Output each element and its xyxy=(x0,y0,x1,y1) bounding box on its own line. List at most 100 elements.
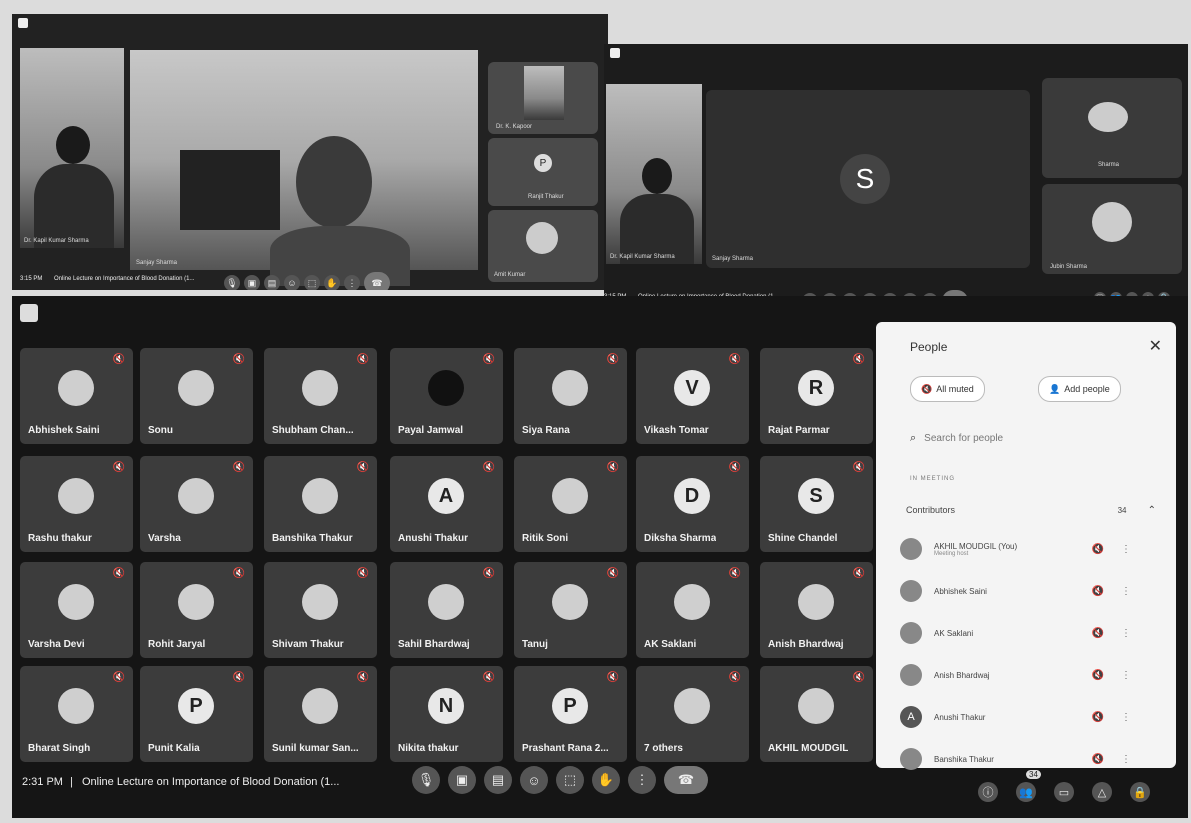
camera-off-icon[interactable]: ▣ xyxy=(448,766,476,794)
participant-tile[interactable]: P 🔇 Punit Kalia xyxy=(140,666,253,762)
chevron-up-icon[interactable]: ⌃ xyxy=(1148,505,1156,516)
more-options-icon[interactable]: ⋮ xyxy=(1112,670,1140,681)
close-icon[interactable]: ✕ xyxy=(1149,336,1162,356)
participant-tile[interactable]: S 🔇 Shine Chandel xyxy=(760,456,873,552)
emoji-icon[interactable]: ☺ xyxy=(284,275,300,290)
meeting-time: 2:31 PM xyxy=(22,776,63,788)
mic-off-icon[interactable]: 🔇 xyxy=(1084,586,1112,597)
photo-avatar xyxy=(58,478,94,514)
leave-call-icon[interactable]: ☎ xyxy=(664,766,708,794)
participant-tile[interactable]: 🔇 Shivam Thakur xyxy=(264,562,377,658)
raise-hand-icon[interactable]: ✋ xyxy=(592,766,620,794)
participant-tile[interactable]: 🔇 Tanuj xyxy=(514,562,627,658)
video-tile-side-1[interactable]: Sharma xyxy=(1042,78,1182,178)
participant-tile[interactable]: R 🔇 Rajat Parmar xyxy=(760,348,873,444)
participant-tile[interactable]: D 🔇 Diksha Sharma xyxy=(636,456,749,552)
participant-tile[interactable]: 🔇 Rohit Jaryal xyxy=(140,562,253,658)
participant-tile[interactable]: V 🔇 Vikash Tomar xyxy=(636,348,749,444)
mic-off-icon: 🔇 xyxy=(112,462,125,473)
mic-off-icon[interactable]: 🔇 xyxy=(1084,670,1112,681)
contributors-group[interactable]: Contributors 34 ⌃ xyxy=(906,498,1156,522)
people-icon[interactable]: 👥 xyxy=(1016,782,1036,802)
video-tile-speaker-1[interactable]: Dr. Kapil Kumar Sharma xyxy=(606,84,702,264)
participant-name: AK Saklani xyxy=(644,639,697,650)
participant-tile[interactable]: 🔇 Varsha Devi xyxy=(20,562,133,658)
participant-tile[interactable]: A 🔇 Anushi Thakur xyxy=(390,456,503,552)
more-options-icon[interactable]: ⋮ xyxy=(1112,628,1140,639)
participant-tile[interactable]: P 🔇 Prashant Rana 2... xyxy=(514,666,627,762)
activities-icon[interactable]: △ xyxy=(1092,782,1112,802)
participant-tile[interactable]: 🔇 Payal Jamwal xyxy=(390,348,503,444)
member-row[interactable]: AK Saklani 🔇 ⋮ xyxy=(900,618,1150,648)
mic-icon[interactable]: 🎙 xyxy=(224,275,240,290)
participant-name: Rashu thakur xyxy=(28,533,92,544)
tile-name: Sanjay Sharma xyxy=(136,260,178,266)
camera-icon[interactable]: ▣ xyxy=(244,275,260,290)
all-muted-button[interactable]: 🔇 All muted xyxy=(910,376,985,402)
participant-tile[interactable]: 🔇 Sonu xyxy=(140,348,253,444)
people-button[interactable]: 👥 34 xyxy=(1016,770,1041,802)
participant-tile[interactable]: 🔇 Shubham Chan... xyxy=(264,348,377,444)
emoji-icon[interactable]: ☺ xyxy=(520,766,548,794)
participant-tile[interactable]: 🔇 Bharat Singh xyxy=(20,666,133,762)
mic-off-icon: 🔇 xyxy=(482,354,495,365)
mic-off-icon: 🔇 xyxy=(356,672,369,683)
member-row[interactable]: Banshika Thakur 🔇 ⋮ xyxy=(900,744,1150,774)
video-tile-presenter[interactable]: S Sanjay Sharma xyxy=(706,90,1030,268)
participant-tile[interactable]: 🔇 AK Saklani xyxy=(636,562,749,658)
chat-icon[interactable]: ▭ xyxy=(1054,782,1074,802)
captions-icon[interactable]: ▤ xyxy=(264,275,280,290)
host-controls-icon[interactable]: 🔒 xyxy=(1130,782,1150,802)
photo-avatar xyxy=(552,584,588,620)
mic-off-icon: 🔇 xyxy=(356,568,369,579)
more-options-icon[interactable]: ⋮ xyxy=(1112,544,1140,555)
photo-avatar xyxy=(58,370,94,406)
more-options-icon[interactable]: ⋮ xyxy=(1112,586,1140,597)
member-row[interactable]: A Anushi Thakur 🔇 ⋮ xyxy=(900,702,1150,732)
member-row[interactable]: Abhishek Saini 🔇 ⋮ xyxy=(900,576,1150,606)
member-name: AK Saklani xyxy=(934,628,974,638)
captions-icon[interactable]: ▤ xyxy=(484,766,512,794)
more-options-icon[interactable]: ⋮ xyxy=(1112,754,1140,765)
video-tile-side-3[interactable]: Amit Kumar xyxy=(488,210,598,282)
more-options-icon[interactable]: ⋮ xyxy=(628,766,656,794)
video-tile-side-2[interactable]: Jubin Sharma xyxy=(1042,184,1182,274)
video-tile-main-speaker[interactable]: Sanjay Sharma xyxy=(130,50,478,286)
mic-off-icon: 🔇 xyxy=(921,383,933,394)
participant-tile[interactable]: 🔇 AKHIL MOUDGIL xyxy=(760,666,873,762)
info-icon[interactable]: ⓘ xyxy=(978,782,998,802)
participant-tile[interactable]: 🔇 Sunil kumar San... xyxy=(264,666,377,762)
participant-tile[interactable]: 🔇 Sahil Bhardwaj xyxy=(390,562,503,658)
search-field[interactable]: ⌕ Search for people xyxy=(910,426,1150,450)
mic-off-icon[interactable]: 🔇 xyxy=(1084,628,1112,639)
mic-off-icon[interactable]: 🔇 xyxy=(1084,544,1112,555)
more-options-icon[interactable]: ⋮ xyxy=(1112,712,1140,723)
participant-tile[interactable]: 🔇 Ritik Soni xyxy=(514,456,627,552)
more-options-icon[interactable]: ⋮ xyxy=(344,275,360,290)
member-row[interactable]: AKHIL MOUDGIL (You) Meeting host 🔇 ⋮ xyxy=(900,534,1150,564)
participant-tile[interactable]: 🔇 Siya Rana xyxy=(514,348,627,444)
present-icon[interactable]: ⬚ xyxy=(556,766,584,794)
participant-tile[interactable]: 🔇 Banshika Thakur xyxy=(264,456,377,552)
present-icon[interactable]: ⬚ xyxy=(304,275,320,290)
video-tile-speaker-1[interactable]: Dr. Kapil Kumar Sharma xyxy=(20,48,124,248)
participant-tile[interactable]: 🔇 Varsha xyxy=(140,456,253,552)
add-person-icon: 👤 xyxy=(1049,383,1061,394)
dark-avatar xyxy=(428,370,464,406)
add-people-button[interactable]: 👤 Add people xyxy=(1038,376,1121,402)
video-tile-side-1[interactable]: Dr. K. Kapoor xyxy=(488,62,598,134)
raise-hand-icon[interactable]: ✋ xyxy=(324,275,340,290)
photo-avatar xyxy=(798,688,834,724)
leave-call-icon[interactable]: ☎ xyxy=(364,272,390,290)
member-row[interactable]: Anish Bhardwaj 🔇 ⋮ xyxy=(900,660,1150,690)
participant-tile[interactable]: 🔇 7 others xyxy=(636,666,749,762)
participant-tile[interactable]: 🔇 Rashu thakur xyxy=(20,456,133,552)
mic-off-icon: 🔇 xyxy=(728,672,741,683)
video-tile-side-2[interactable]: P Ranjit Thakur xyxy=(488,138,598,206)
mic-off-icon[interactable]: 🔇 xyxy=(1084,754,1112,765)
mic-icon[interactable]: 🎙 xyxy=(412,766,440,794)
participant-tile[interactable]: 🔇 Abhishek Saini xyxy=(20,348,133,444)
mic-off-icon[interactable]: 🔇 xyxy=(1084,712,1112,723)
participant-tile[interactable]: N 🔇 Nikita thakur xyxy=(390,666,503,762)
participant-tile[interactable]: 🔇 Anish Bhardwaj xyxy=(760,562,873,658)
